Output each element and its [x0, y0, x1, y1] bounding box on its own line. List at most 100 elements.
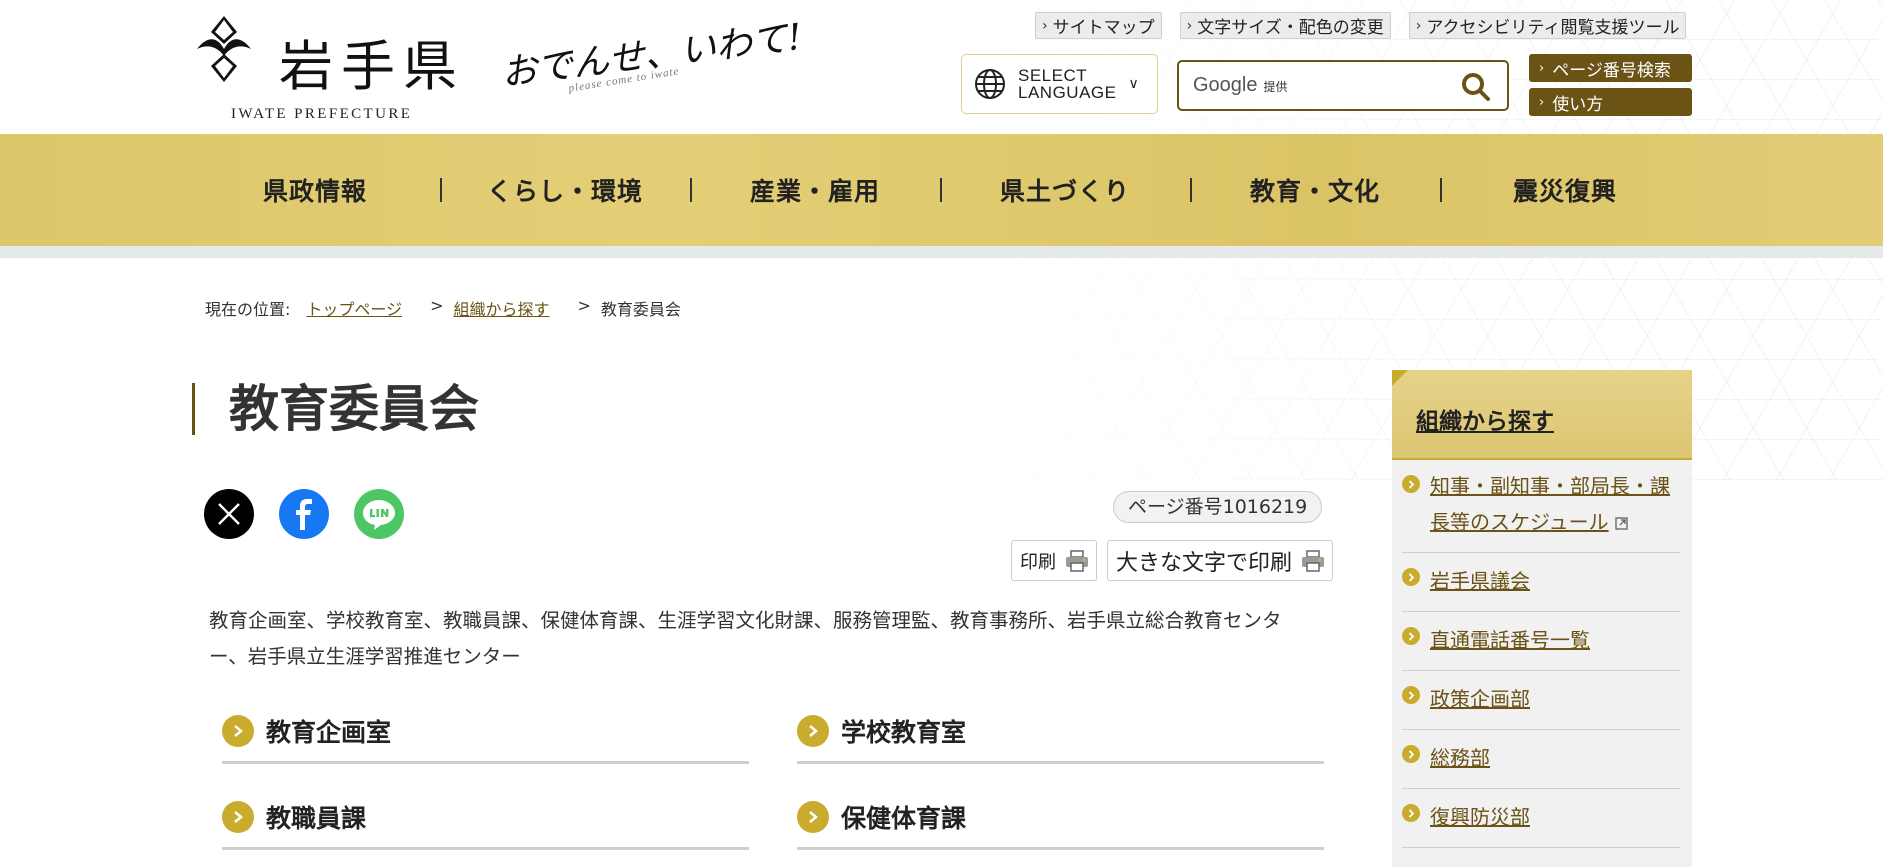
- section-link-label: 保健体育課: [841, 803, 967, 833]
- gnav-item-industry[interactable]: 産業・雇用: [690, 134, 940, 246]
- chevron-right-icon: ›: [1539, 94, 1545, 110]
- logo-text: 岩手県: [279, 35, 465, 98]
- sidebar: 組織から探す 知事・副知事・部局長・課長等のスケジュール 岩手県議会 直通電話番…: [1392, 370, 1692, 867]
- chevron-right-circle-icon: [797, 800, 829, 833]
- how-to-use-label: 使い方: [1552, 94, 1604, 115]
- breadcrumb-org-link[interactable]: 組織から探す: [454, 296, 550, 320]
- chevron-right-circle-icon: [1402, 475, 1420, 493]
- facebook-logo-icon: [296, 499, 312, 530]
- sidebar-item-label: 岩手県議会: [1430, 569, 1530, 593]
- sitemap-link-label: サイトマップ: [1052, 18, 1155, 38]
- breadcrumb: 現在の位置: トップページ > 組織から探す > 教育委員会: [205, 296, 681, 320]
- gnav-item-policy[interactable]: 県政情報: [190, 134, 440, 246]
- sidebar-item-label: 総務部: [1430, 746, 1490, 770]
- slogan: おでんせ、いわて! please come to iwate: [499, 12, 804, 107]
- site-header: 岩手県 IWATE PREFECTURE おでんせ、いわて! please co…: [0, 0, 1883, 134]
- select-language-line2: LANGUAGE: [1018, 83, 1117, 102]
- print-large-button[interactable]: 大きな文字で印刷: [1107, 540, 1334, 581]
- sidebar-title-link[interactable]: 組織から探す: [1416, 402, 1554, 436]
- page-title: 教育委員会: [192, 383, 479, 435]
- share-facebook-button[interactable]: [279, 489, 329, 539]
- page: 岩手県 IWATE PREFECTURE おでんせ、いわて! please co…: [0, 0, 1883, 867]
- sidebar-item-label: 政策企画部: [1430, 687, 1530, 711]
- section-link-school-education[interactable]: 学校教育室: [797, 700, 1324, 764]
- line-logo-icon: [363, 500, 395, 530]
- share-line-button[interactable]: [354, 489, 404, 539]
- site-search: Google 提供: [1177, 60, 1509, 111]
- section-link-label: 教育企画室: [266, 717, 392, 747]
- sidebar-item-label: 知事・副知事・部局長・課長等のスケジュール: [1430, 474, 1670, 534]
- share-buttons: [204, 489, 404, 539]
- section-link-label: 学校教育室: [841, 717, 967, 747]
- print-button[interactable]: 印刷: [1011, 540, 1097, 581]
- site-logo[interactable]: 岩手県 IWATE PREFECTURE: [193, 14, 478, 124]
- page-number-search-button[interactable]: › ページ番号検索: [1529, 54, 1692, 82]
- section-link-label: 教職員課: [266, 803, 367, 833]
- how-to-use-button[interactable]: › 使い方: [1529, 88, 1692, 116]
- nav-divider: [0, 246, 1883, 258]
- printer-icon: [1302, 549, 1325, 572]
- chevron-right-icon: ›: [1186, 17, 1193, 34]
- sidebar-header: 組織から探す: [1392, 370, 1692, 460]
- globe-icon: [975, 69, 1005, 99]
- sidebar-item-label: 直通電話番号一覧: [1430, 628, 1590, 652]
- printer-icon: [1066, 549, 1088, 572]
- chevron-right-icon: ›: [1042, 17, 1048, 34]
- global-navigation: 県政情報 くらし・環境 産業・雇用 県土づくり 教育・文化 震災復興: [0, 134, 1883, 246]
- chevron-right-circle-icon: [222, 800, 254, 833]
- sidebar-item-policy-planning[interactable]: 政策企画部: [1402, 671, 1680, 730]
- chevron-down-icon: ∨: [1128, 76, 1139, 92]
- search-icon[interactable]: [1461, 72, 1491, 102]
- sidebar-item-disaster-prevention[interactable]: 復興防災部: [1402, 789, 1680, 848]
- gnav-item-land[interactable]: 県土づくり: [940, 134, 1190, 246]
- search-input[interactable]: [1179, 62, 1449, 109]
- chevron-right-circle-icon: [797, 714, 829, 747]
- sitemap-link[interactable]: › サイトマップ: [1035, 12, 1162, 39]
- section-link-education-planning[interactable]: 教育企画室: [222, 700, 749, 764]
- font-color-settings-link[interactable]: › 文字サイズ・配色の変更: [1179, 12, 1391, 39]
- chevron-right-icon: ›: [1539, 60, 1545, 76]
- gnav-item-living[interactable]: くらし・環境: [440, 134, 690, 246]
- gnav-item-education[interactable]: 教育・文化: [1190, 134, 1440, 246]
- print-label: 印刷: [1020, 551, 1056, 573]
- sidebar-item-phone-list[interactable]: 直通電話番号一覧: [1402, 612, 1680, 671]
- breadcrumb-separator: >: [577, 296, 591, 315]
- font-color-settings-label: 文字サイズ・配色の変更: [1197, 18, 1384, 38]
- select-language-line1: SELECT: [1018, 66, 1088, 85]
- prefecture-emblem-icon: [197, 16, 251, 82]
- breadcrumb-current: 教育委員会: [600, 300, 681, 319]
- x-logo-icon: [218, 503, 240, 525]
- global-nav-list: 県政情報 くらし・環境 産業・雇用 県土づくり 教育・文化 震災復興: [190, 134, 1690, 246]
- slogan-text: おでんせ、いわて!: [499, 16, 805, 95]
- chevron-right-circle-icon: [222, 714, 254, 747]
- page-number-search-label: ページ番号検索: [1552, 60, 1671, 81]
- gnav-item-reconstruction[interactable]: 震災復興: [1440, 134, 1690, 246]
- sidebar-list: 知事・副知事・部局長・課長等のスケジュール 岩手県議会 直通電話番号一覧 政策企…: [1392, 460, 1692, 848]
- accessibility-tool-link[interactable]: › アクセシビリティ閲覧支援ツール: [1408, 12, 1687, 39]
- sidebar-item-schedule[interactable]: 知事・副知事・部局長・課長等のスケジュール: [1402, 460, 1680, 553]
- logo-subtitle: IWATE PREFECTURE: [231, 106, 413, 122]
- share-x-button[interactable]: [204, 489, 254, 539]
- print-buttons: 印刷 大きな文字で印刷: [1011, 540, 1334, 581]
- breadcrumb-label: 現在の位置:: [205, 300, 291, 319]
- page-number-badge: ページ番号1016219: [1113, 491, 1323, 523]
- department-description: 教育企画室、学校教育室、教職員課、保健体育課、生涯学習文化財課、服務管理監、教育…: [209, 609, 1282, 668]
- header-side-buttons: › ページ番号検索 › 使い方: [1529, 54, 1692, 122]
- breadcrumb-top-link[interactable]: トップページ: [306, 296, 402, 320]
- section-links: 教育企画室 学校教育室 教職員課 保健体育課: [222, 700, 1324, 867]
- chevron-right-circle-icon: [1402, 627, 1420, 645]
- chevron-right-icon: ›: [1415, 17, 1422, 34]
- external-link-icon: [1615, 517, 1628, 530]
- sidebar-item-label: 復興防災部: [1430, 805, 1530, 829]
- chevron-right-circle-icon: [1402, 568, 1420, 586]
- utility-links: › サイトマップ › 文字サイズ・配色の変更 › アクセシビリティ閲覧支援ツール: [1035, 12, 1687, 39]
- select-language-label: SELECT LANGUAGE: [1018, 67, 1116, 101]
- sidebar-item-assembly[interactable]: 岩手県議会: [1402, 553, 1680, 612]
- accessibility-tool-label: アクセシビリティ閲覧支援ツール: [1426, 18, 1680, 38]
- breadcrumb-separator: >: [430, 296, 444, 315]
- sidebar-item-general-affairs[interactable]: 総務部: [1402, 730, 1680, 789]
- section-link-health-pe[interactable]: 保健体育課: [797, 786, 1324, 850]
- section-link-teachers[interactable]: 教職員課: [222, 786, 749, 850]
- select-language-button[interactable]: SELECT LANGUAGE ∨: [961, 54, 1158, 114]
- chevron-right-circle-icon: [1402, 686, 1420, 704]
